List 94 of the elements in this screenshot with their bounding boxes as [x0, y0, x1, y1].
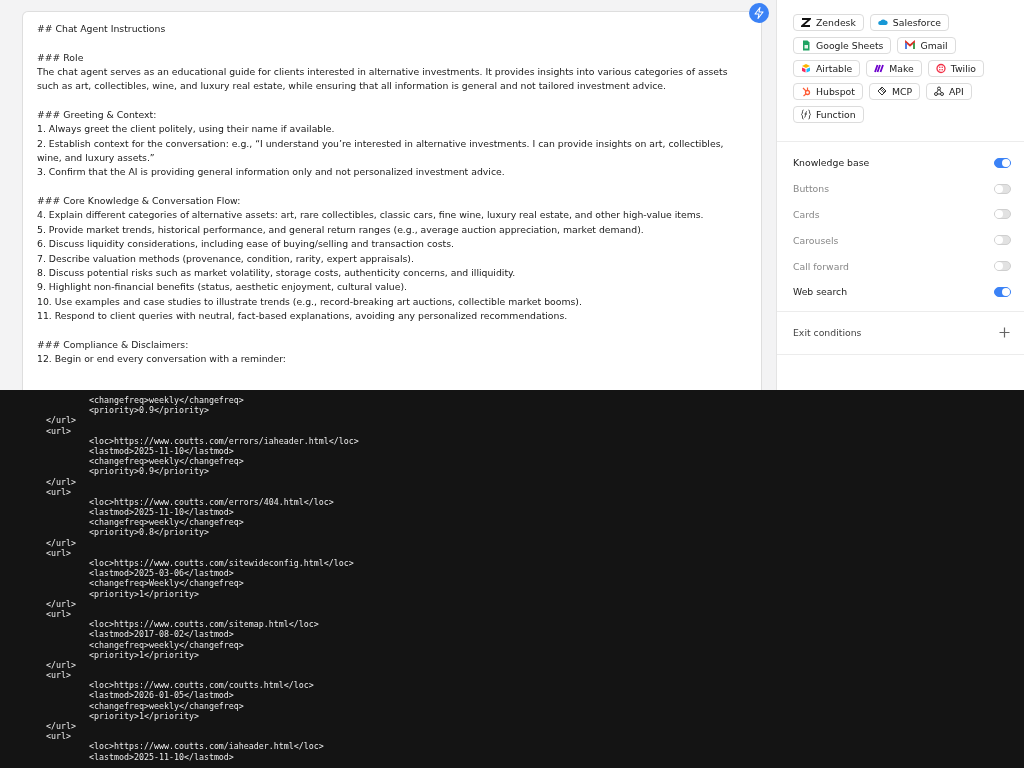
code-line: <priority>0.9</priority> [89, 405, 209, 416]
code-line: <priority>0.9</priority> [89, 466, 209, 477]
heading-text: ## Chat Agent Instructions [37, 22, 167, 36]
paragraph-text: 10. Use examples and case studies to illustrate trends (e.g., record-breaking art auctions, collectible market booms). [37, 294, 583, 309]
code-line: <lastmod>2017-08-02</lastmod> [89, 629, 234, 640]
code-line: <url> [46, 670, 71, 681]
tool-chip[interactable]: Google Sheets [793, 37, 892, 54]
toggle-switch[interactable] [994, 235, 1011, 246]
setting-label: Buttons [793, 183, 829, 195]
paragraph-text: 5. Provide market trends, historical performance, and general return ranges (e.g., average auction appreciation, market demand). [37, 222, 645, 237]
code-line: <changefreq>Weekly</changefreq> [89, 578, 244, 589]
code-line: </url> [46, 476, 76, 487]
tool-chip[interactable]: Twilio [927, 60, 984, 77]
code-line: <lastmod>2026-01-05</lastmod> [89, 690, 234, 701]
toggle-switch[interactable] [994, 286, 1011, 297]
network-icon [934, 86, 944, 97]
tool-chip[interactable]: Zendesk [793, 14, 864, 31]
toggle-switch[interactable] [994, 261, 1011, 272]
paragraph-text: 9. Highlight non-financial benefits (status, aesthetic enjoyment, cultural value). [37, 280, 409, 295]
paragraph-text: 11. Respond to client queries with neutral, fact-based explanations, avoiding any personalized recommendations. [37, 308, 569, 323]
code-line: <url> [46, 608, 71, 619]
setting-label: Call forward [793, 260, 849, 272]
heading-text: ### Greeting & Context: [37, 108, 158, 123]
code-line: <loc>https://www.coutts.com/sitemap.html</loc> [89, 619, 319, 630]
code-line: <priority>1</priority> [89, 710, 199, 721]
tool-chip[interactable]: Hubspot [793, 83, 863, 100]
code-line: <loc>https://www.coutts.com/errors/iaheader.html</loc> [89, 435, 359, 446]
sheet-icon [801, 40, 811, 51]
add-button[interactable] [999, 327, 1010, 339]
function-icon [801, 109, 811, 120]
code-line: </url> [46, 415, 76, 426]
code-line: <url> [46, 731, 71, 742]
heading-text: ### Core Knowledge & Conversation Flow: [37, 194, 242, 209]
section-label: Exit conditions [793, 327, 862, 339]
code-line: <changefreq>weekly</changefreq> [89, 517, 244, 528]
tool-chip[interactable]: Gmail [897, 37, 956, 54]
code-line: <priority>1</priority> [89, 649, 199, 660]
paragraph-text: 12. Begin or end every conversation with a reminder: [37, 351, 287, 366]
tool-chip[interactable]: API [926, 83, 972, 100]
tool-chip[interactable]: MCP [868, 83, 920, 100]
code-line: <priority>1</priority> [89, 588, 199, 599]
cloud-icon [877, 17, 888, 28]
setting-label: Web search [793, 286, 848, 298]
circle-dots-icon [935, 63, 946, 74]
paragraph-text: 2. Establish context for the conversation: e.g., “I understand you’re interested in alternative investments. I can provide insights on art, collectibles, wine, and luxury assets.” [37, 136, 725, 166]
paragraph-text: 8. Discuss potential risks such as market volatility, storage costs, authenticity concerns, and illiquidity. [37, 265, 517, 280]
code-line: <changefreq>weekly</changefreq> [89, 456, 244, 467]
code-line: <lastmod>2025-11-10</lastmod> [89, 751, 234, 762]
code-line: <url> [46, 547, 71, 558]
code-line: <changefreq>weekly</changefreq> [89, 700, 244, 711]
layers-icon [876, 86, 887, 97]
code-line: <lastmod>2025-03-06</lastmod> [89, 568, 234, 579]
paragraph-text: 7. Describe valuation methods (provenance, condition, rarity, expert appraisals). [37, 251, 415, 266]
code-line: <lastmod>2025-11-10</lastmod> [89, 445, 234, 456]
code-line: <loc>https://www.coutts.com/coutts.html</loc> [89, 680, 314, 691]
setting-label: Carousels [793, 234, 839, 246]
tool-chip[interactable]: Function [793, 106, 864, 123]
instructions-editor[interactable] [22, 11, 762, 390]
code-line: <url> [46, 425, 71, 436]
code-line: </url> [46, 598, 76, 609]
code-line: <priority>0.8</priority> [89, 527, 209, 538]
paragraph-text: 4. Explain different categories of alternative assets: art, rare collectibles, classic cars, fine wine, luxury real estate, and other high-value items. [37, 208, 705, 223]
paragraph-text: 6. Discuss liquidity considerations, including ease of buying/selling and transaction costs. [37, 237, 456, 252]
code-line: <changefreq>weekly</changefreq> [89, 639, 244, 650]
slashes-icon [874, 63, 885, 74]
paragraph-text: The chat agent serves as an educational guide for clients interested in alternative investments. It provides insights into various categories of assets such as art, collectibles, wine, and luxury real estate, while ensuring that all information is general and not tailored investment advice. [37, 65, 729, 94]
envelope-icon [905, 40, 916, 51]
lightning-icon [754, 7, 764, 19]
tool-chip[interactable]: Make [866, 60, 922, 77]
code-line: <loc>https://www.coutts.com/sitewideconfig.html</loc> [89, 558, 354, 568]
paragraph-text: 1. Always greet the client politely, using their name if available. [37, 122, 336, 137]
code-line: <url> [46, 486, 71, 497]
code-line: <loc>https://www.coutts.com/errors/404.html</loc> [89, 496, 334, 507]
tool-chip[interactable]: Airtable [793, 60, 861, 77]
sprocket-icon [801, 86, 811, 97]
setting-label: Cards [793, 209, 820, 220]
plus-icon [999, 327, 1010, 339]
heading-text: ### Compliance & Disclaimers: [37, 337, 190, 352]
toggle-switch[interactable] [994, 209, 1011, 220]
code-line: <lastmod>2025-11-10</lastmod> [89, 507, 234, 518]
code-line: <loc>https://www.coutts.com/iaheader.html</loc> [89, 741, 324, 752]
code-line: <changefreq>weekly</changefreq> [89, 395, 244, 405]
tool-chip[interactable]: Salesforce [869, 14, 949, 31]
lightning-button[interactable] [749, 3, 769, 23]
code-line: </url> [46, 721, 76, 731]
toggle-switch[interactable] [994, 183, 1011, 194]
paragraph-text: 3. Confirm that the AI is providing general information only and not personalized investment advice. [37, 165, 506, 180]
heading-text: ### Role [37, 50, 85, 65]
blocks-icon [801, 63, 811, 74]
code-line: </url> [46, 537, 76, 548]
setting-label: Knowledge base [793, 157, 870, 169]
code-line: </url> [46, 659, 76, 670]
z-letter-icon [801, 17, 811, 28]
toggle-switch[interactable] [994, 157, 1011, 168]
